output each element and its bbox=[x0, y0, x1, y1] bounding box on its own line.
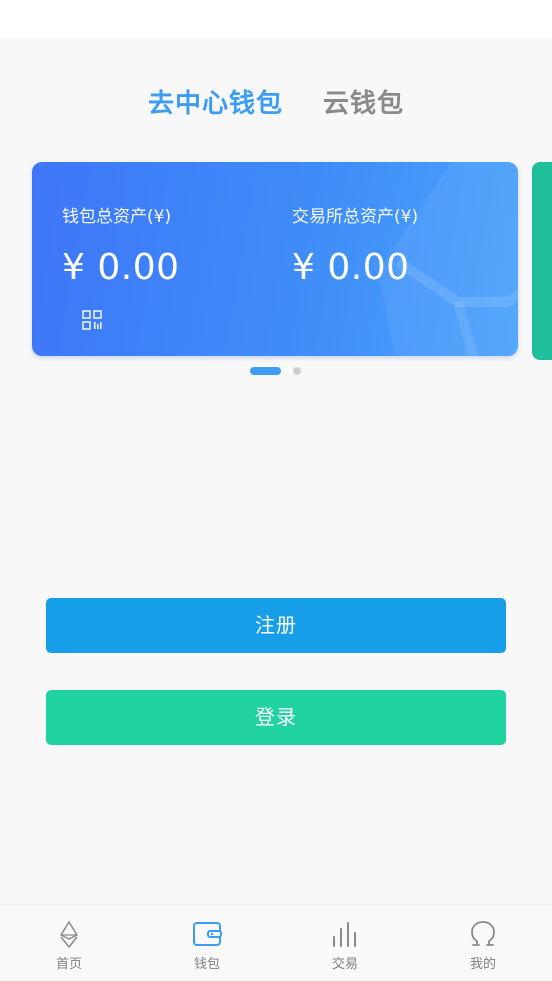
wallet-total-value: ¥ 0.00 bbox=[62, 247, 180, 288]
ethereum-icon bbox=[60, 921, 78, 948]
carousel-indicator bbox=[0, 367, 552, 377]
qr-code-icon[interactable] bbox=[82, 310, 102, 330]
exchange-total-label: 交易所总资产(¥) bbox=[292, 207, 419, 227]
asset-card[interactable]: 钱包总资产(¥) ¥ 0.00 交易所总资产(¥) ¥ 0.00 bbox=[32, 162, 518, 356]
tabbar-item-mine[interactable]: 我的 bbox=[414, 905, 552, 981]
wallet-type-tabs: 去中心钱包 云钱包 bbox=[0, 86, 552, 126]
bottom-tab-bar: 首页 钱包 交易 我的 bbox=[0, 904, 552, 981]
tab-cloud-wallet[interactable]: 云钱包 bbox=[323, 86, 404, 122]
tabbar-item-home[interactable]: 首页 bbox=[0, 905, 138, 981]
carousel-dot[interactable] bbox=[293, 367, 301, 375]
tabbar-item-trade[interactable]: 交易 bbox=[276, 905, 414, 981]
exchange-total-assets: 交易所总资产(¥) ¥ 0.00 bbox=[292, 206, 418, 290]
wallet-total-label: 钱包总资产(¥) bbox=[62, 207, 172, 227]
wallet-icon bbox=[193, 922, 222, 946]
wallet-page: 去中心钱包 云钱包 钱包总资产(¥) ¥ 0.00 交易所总资产(¥) ¥ 0.… bbox=[0, 0, 552, 981]
bar-chart-icon bbox=[333, 922, 356, 947]
tabbar-item-wallet[interactable]: 钱包 bbox=[138, 905, 276, 981]
wallet-card-carousel[interactable]: 钱包总资产(¥) ¥ 0.00 交易所总资产(¥) ¥ 0.00 bbox=[0, 160, 552, 362]
register-button[interactable]: 注册 bbox=[46, 598, 506, 653]
status-bar bbox=[0, 0, 552, 38]
omega-user-icon bbox=[471, 921, 495, 946]
tabbar-label-home: 首页 bbox=[55, 957, 82, 972]
next-card-preview[interactable] bbox=[532, 162, 552, 360]
login-button[interactable]: 登录 bbox=[46, 690, 506, 745]
exchange-total-value: ¥ 0.00 bbox=[292, 247, 410, 288]
tabbar-label-trade: 交易 bbox=[331, 957, 358, 972]
carousel-dot-active[interactable] bbox=[250, 367, 281, 375]
tabbar-label-wallet: 钱包 bbox=[193, 957, 220, 972]
tab-decentralized-wallet[interactable]: 去中心钱包 bbox=[148, 86, 283, 122]
tabbar-label-mine: 我的 bbox=[469, 957, 496, 972]
wallet-total-assets: 钱包总资产(¥) ¥ 0.00 bbox=[62, 206, 180, 290]
